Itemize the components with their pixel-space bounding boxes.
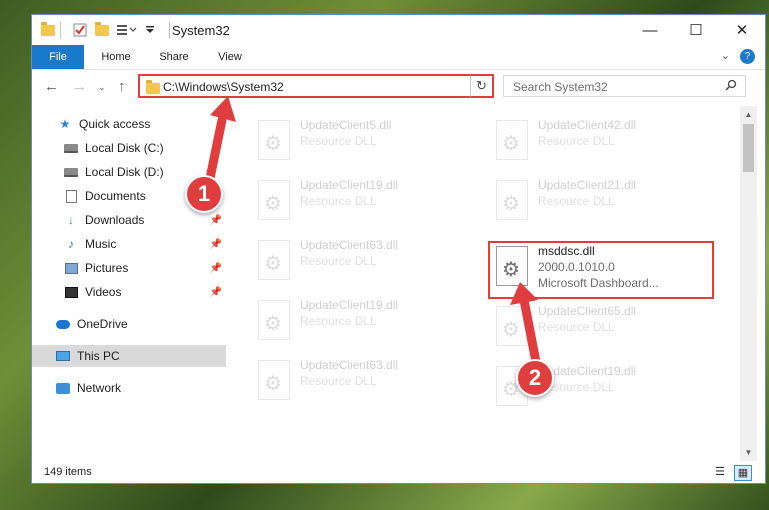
annotation-arrows (203, 96, 541, 367)
arrow-2 (519, 295, 541, 367)
annotation-badge-1: 1 (185, 175, 223, 213)
arrow-1-head (210, 96, 236, 122)
arrow-2-head (510, 282, 538, 305)
annotation-badge-2: 2 (516, 359, 554, 397)
